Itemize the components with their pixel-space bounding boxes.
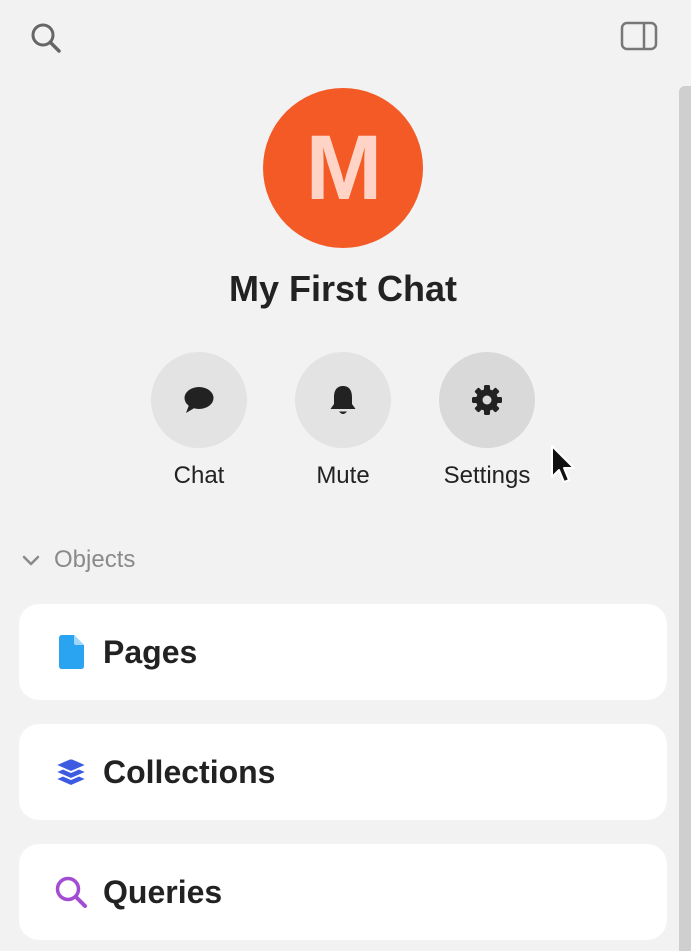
- gear-icon: [472, 385, 502, 415]
- search-button[interactable]: [26, 18, 66, 58]
- object-item-collections[interactable]: Collections: [19, 724, 667, 820]
- object-item-label: Pages: [103, 633, 198, 670]
- object-item-label: Queries: [103, 873, 223, 910]
- mouse-cursor-icon: [551, 445, 575, 483]
- mute-action: Mute: [278, 352, 408, 490]
- objects-section-label: Objects: [54, 546, 136, 573]
- object-item-pages[interactable]: Pages: [19, 604, 667, 700]
- chevron-down-icon: [22, 555, 40, 566]
- settings-label: Settings: [443, 462, 531, 489]
- speech-bubble-icon: [184, 387, 214, 413]
- chat-button[interactable]: [151, 352, 247, 448]
- object-item-label: Collections: [103, 753, 276, 790]
- chat-title: My First Chat: [228, 268, 458, 309]
- chat-info-panel: M My First Chat Chat Mute Settings Objec…: [0, 0, 691, 951]
- search-icon: [31, 23, 61, 53]
- sidebar-panel-icon: [620, 21, 658, 51]
- objects-section-toggle[interactable]: Objects: [20, 546, 135, 574]
- object-item-queries[interactable]: Queries: [19, 844, 667, 940]
- chat-label: Chat: [173, 462, 225, 489]
- settings-button[interactable]: [439, 352, 535, 448]
- bell-icon: [330, 386, 356, 414]
- search-icon: [53, 874, 89, 910]
- mute-label: Mute: [316, 462, 370, 489]
- avatar: M: [263, 88, 423, 248]
- layers-icon: [53, 754, 89, 790]
- mute-button[interactable]: [295, 352, 391, 448]
- toggle-sidebar-button[interactable]: [618, 18, 660, 54]
- settings-action: Settings: [422, 352, 552, 490]
- chat-action: Chat: [134, 352, 264, 490]
- page-icon: [53, 634, 89, 670]
- scrollbar[interactable]: [679, 86, 691, 951]
